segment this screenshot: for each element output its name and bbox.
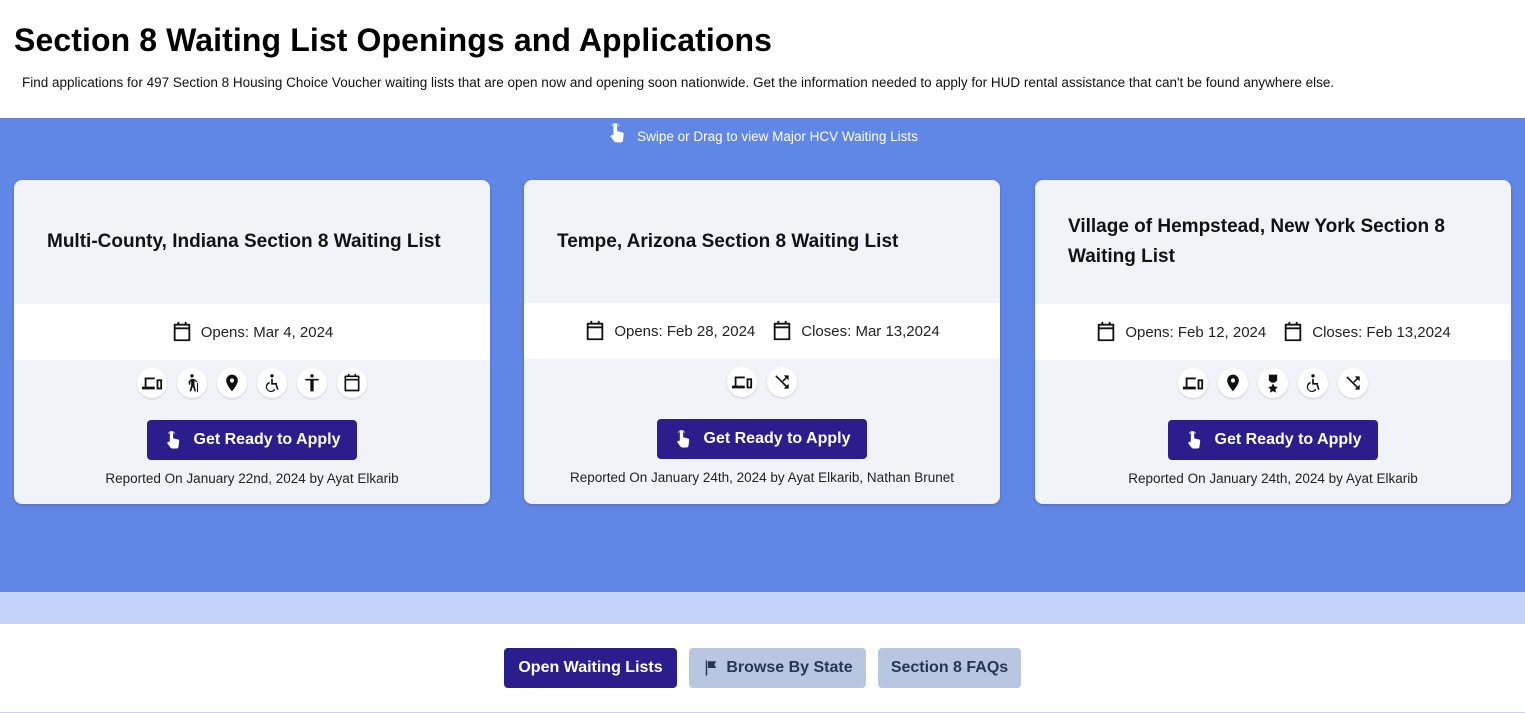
card-dates: Opens: Feb 12, 2024 Closes: Feb 13,2024 <box>1035 304 1511 360</box>
hand-pointer-icon <box>1185 429 1205 451</box>
card-dates: Opens: Feb 28, 2024 Closes: Mar 13,2024 <box>524 303 1000 359</box>
waiting-list-card: Village of Hempstead, New York Section 8… <box>1035 180 1511 504</box>
reported-text: Reported On January 24th, 2024 by Ayat E… <box>570 470 954 485</box>
opens-text: Opens: Feb 28, 2024 <box>614 322 756 340</box>
card-title[interactable]: Village of Hempstead, New York Section 8… <box>1068 212 1478 272</box>
get-ready-to-apply-button[interactable]: Get Ready to Apply <box>1168 420 1378 460</box>
page-title: Section 8 Waiting List Openings and Appl… <box>14 22 773 58</box>
calendar-icon <box>584 320 606 342</box>
calendar-icon <box>771 320 793 342</box>
get-ready-to-apply-button[interactable]: Get Ready to Apply <box>147 420 357 460</box>
opens-text: Opens: Feb 12, 2024 <box>1125 323 1267 341</box>
swipe-hand-icon <box>607 120 629 146</box>
calendar-icon <box>1282 321 1304 343</box>
feature-icons <box>524 367 1000 397</box>
online-icon[interactable] <box>1178 368 1208 398</box>
closes-date: Closes: Mar 13,2024 <box>771 320 940 342</box>
closes-text: Closes: Mar 13,2024 <box>801 322 940 340</box>
lottery-icon[interactable] <box>1338 368 1368 398</box>
feature-icons <box>14 368 490 398</box>
disabled-icon[interactable] <box>1298 368 1328 398</box>
closes-text: Closes: Feb 13,2024 <box>1312 323 1451 341</box>
section-8-faqs-button[interactable]: Section 8 FAQs <box>878 648 1021 688</box>
reported-text: Reported On January 22nd, 2024 by Ayat E… <box>105 471 399 486</box>
browse-by-state-button[interactable]: Browse By State <box>689 648 866 688</box>
section-nav: Open Waiting Lists Browse By State Secti… <box>0 624 1525 713</box>
closes-date: Closes: Feb 13,2024 <box>1282 321 1451 343</box>
swipe-hint-text: Swipe or Drag to view Major HCV Waiting … <box>637 128 918 144</box>
card-title[interactable]: Multi-County, Indiana Section 8 Waiting … <box>47 227 441 257</box>
swipe-hint: Swipe or Drag to view Major HCV Waiting … <box>0 126 1525 146</box>
online-icon[interactable] <box>137 368 167 398</box>
person-icon[interactable] <box>297 368 327 398</box>
calendar-icon[interactable] <box>337 368 367 398</box>
page-header: Section 8 Waiting List Openings and Appl… <box>0 0 1525 118</box>
get-ready-to-apply-button[interactable]: Get Ready to Apply <box>657 419 867 459</box>
lottery-icon[interactable] <box>767 367 797 397</box>
card-dates: Opens: Mar 4, 2024 <box>14 304 490 360</box>
opens-date: Opens: Feb 12, 2024 <box>1095 321 1266 343</box>
page-subtitle: Find applications for 497 Section 8 Hous… <box>22 75 1335 90</box>
card-title[interactable]: Tempe, Arizona Section 8 Waiting List <box>557 227 898 257</box>
disabled-icon[interactable] <box>257 368 287 398</box>
hand-pointer-icon <box>674 428 694 450</box>
opens-date: Opens: Mar 4, 2024 <box>171 321 334 343</box>
opens-text: Opens: Mar 4, 2024 <box>200 323 334 341</box>
opens-date: Opens: Feb 28, 2024 <box>584 320 755 342</box>
waiting-list-card: Tempe, Arizona Section 8 Waiting List Op… <box>524 180 1000 504</box>
veteran-icon[interactable] <box>1258 368 1288 398</box>
location-icon[interactable] <box>1218 368 1248 398</box>
online-icon[interactable] <box>727 367 757 397</box>
flag-icon <box>702 659 720 677</box>
open-waiting-lists-button[interactable]: Open Waiting Lists <box>504 648 677 688</box>
calendar-icon <box>1095 321 1117 343</box>
waiting-list-carousel[interactable]: Swipe or Drag to view Major HCV Waiting … <box>0 118 1525 592</box>
divider-band <box>0 592 1525 624</box>
hand-pointer-icon <box>164 429 184 451</box>
elderly-icon[interactable] <box>177 368 207 398</box>
feature-icons <box>1035 368 1511 398</box>
waiting-list-card: Multi-County, Indiana Section 8 Waiting … <box>14 180 490 504</box>
reported-text: Reported On January 24th, 2024 by Ayat E… <box>1128 471 1418 486</box>
calendar-icon <box>171 321 193 343</box>
location-icon[interactable] <box>217 368 247 398</box>
